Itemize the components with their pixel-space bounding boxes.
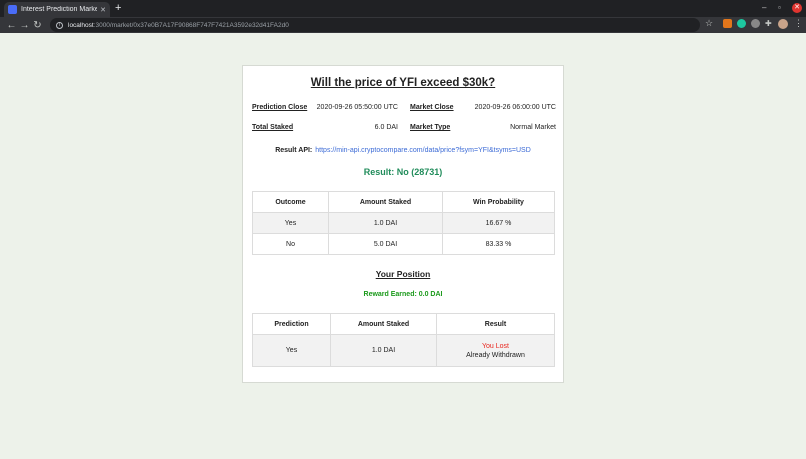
tab-title: Interest Prediction Marke xyxy=(21,6,98,13)
forward-icon[interactable]: → xyxy=(18,20,31,31)
tab-strip: Interest Prediction Marke ✕ + – ▫ ✕ xyxy=(0,0,806,17)
probability-cell: 16.67 % xyxy=(442,212,555,234)
market-result: Result: No (28731) xyxy=(363,167,443,177)
extension-icon[interactable] xyxy=(737,19,746,28)
avatar[interactable] xyxy=(778,19,788,29)
market-close-label: Market Close xyxy=(410,104,454,111)
result-api: Result API: https://min-api.cryptocompare… xyxy=(243,147,563,154)
reload-icon[interactable]: ↻ xyxy=(31,20,44,31)
table-row: Yes 1.0 DAI 16.67 % xyxy=(252,212,555,234)
result-status: You Lost xyxy=(482,342,509,350)
table-row: Yes 1.0 DAI You Lost Already Withdrawn xyxy=(252,334,555,367)
position-table: Prediction Amount Staked Result Yes 1.0 … xyxy=(252,313,555,367)
menu-icon[interactable]: ⋮ xyxy=(794,19,803,28)
amount-cell: 1.0 DAI xyxy=(328,212,443,234)
extension-icon-2[interactable] xyxy=(751,19,760,28)
tab-close-icon[interactable]: ✕ xyxy=(100,6,106,14)
total-staked-label: Total Staked xyxy=(252,124,294,131)
close-window-button[interactable]: ✕ xyxy=(792,3,802,13)
result-api-link[interactable]: https://min-api.cryptocompare.com/data/p… xyxy=(315,147,531,154)
new-tab-button[interactable]: + xyxy=(115,2,121,15)
maximize-button[interactable]: ▫ xyxy=(778,3,781,13)
outcome-cell: Yes xyxy=(252,212,329,234)
tab-interest-prediction[interactable]: Interest Prediction Marke ✕ xyxy=(4,2,110,17)
prediction-cell: Yes xyxy=(252,334,331,367)
outcomes-table: Outcome Amount Staked Win Probability Ye… xyxy=(252,191,555,255)
column-header-result: Result xyxy=(436,313,555,335)
total-staked-value: 6.0 DAI xyxy=(374,124,398,131)
market-type-value: Normal Market xyxy=(510,124,556,131)
table-header-row: Prediction Amount Staked Result xyxy=(252,313,555,335)
metamask-fox-icon[interactable] xyxy=(723,19,732,28)
market-close-value: 2020-09-26 06:00:00 UTC xyxy=(474,104,556,111)
table-header-row: Outcome Amount Staked Win Probability xyxy=(252,191,555,213)
reward-earned: Reward Earned: 0.0 DAI xyxy=(363,291,443,298)
url-host: localhost xyxy=(68,21,94,29)
browser-toolbar: ← → ↻ i localhost:3000/market/0x37e0B7A1… xyxy=(0,17,806,33)
favicon-icon xyxy=(8,5,17,14)
info-icon[interactable]: i xyxy=(56,21,63,29)
result-note: Already Withdrawn xyxy=(466,351,525,359)
puzzle-icon[interactable]: ✚ xyxy=(765,19,774,28)
column-header-outcome: Outcome xyxy=(252,191,329,213)
column-header-amount-staked: Amount Staked xyxy=(328,191,443,213)
column-header-amount-staked: Amount Staked xyxy=(330,313,437,335)
market-type-label: Market Type xyxy=(410,124,451,131)
result-cell: You Lost Already Withdrawn xyxy=(436,334,555,367)
outcome-cell: No xyxy=(252,233,329,255)
back-icon[interactable]: ← xyxy=(5,20,18,31)
page-viewport: Will the price of YFI exceed $30k? Predi… xyxy=(0,33,806,459)
column-header-win-probability: Win Probability xyxy=(442,191,555,213)
amount-cell: 1.0 DAI xyxy=(330,334,437,367)
url-path: :3000/market/0x37e0B7A17F90868F747F7421A… xyxy=(93,21,289,29)
minimize-button[interactable]: – xyxy=(762,3,766,13)
prediction-close-value: 2020-09-26 05:50:00 UTC xyxy=(316,104,398,111)
table-row: No 5.0 DAI 83.33 % xyxy=(252,233,555,255)
prediction-close-label: Prediction Close xyxy=(252,104,308,111)
your-position-heading: Your Position xyxy=(375,269,431,279)
star-icon[interactable]: ☆ xyxy=(705,19,714,28)
result-api-label: Result API: xyxy=(275,147,313,154)
amount-cell: 5.0 DAI xyxy=(328,233,443,255)
probability-cell: 83.33 % xyxy=(442,233,555,255)
page-title: Will the price of YFI exceed $30k? xyxy=(310,77,496,89)
market-card: Will the price of YFI exceed $30k? Predi… xyxy=(242,65,564,383)
address-bar[interactable]: i localhost:3000/market/0x37e0B7A17F9086… xyxy=(50,18,700,32)
column-header-prediction: Prediction xyxy=(252,313,331,335)
